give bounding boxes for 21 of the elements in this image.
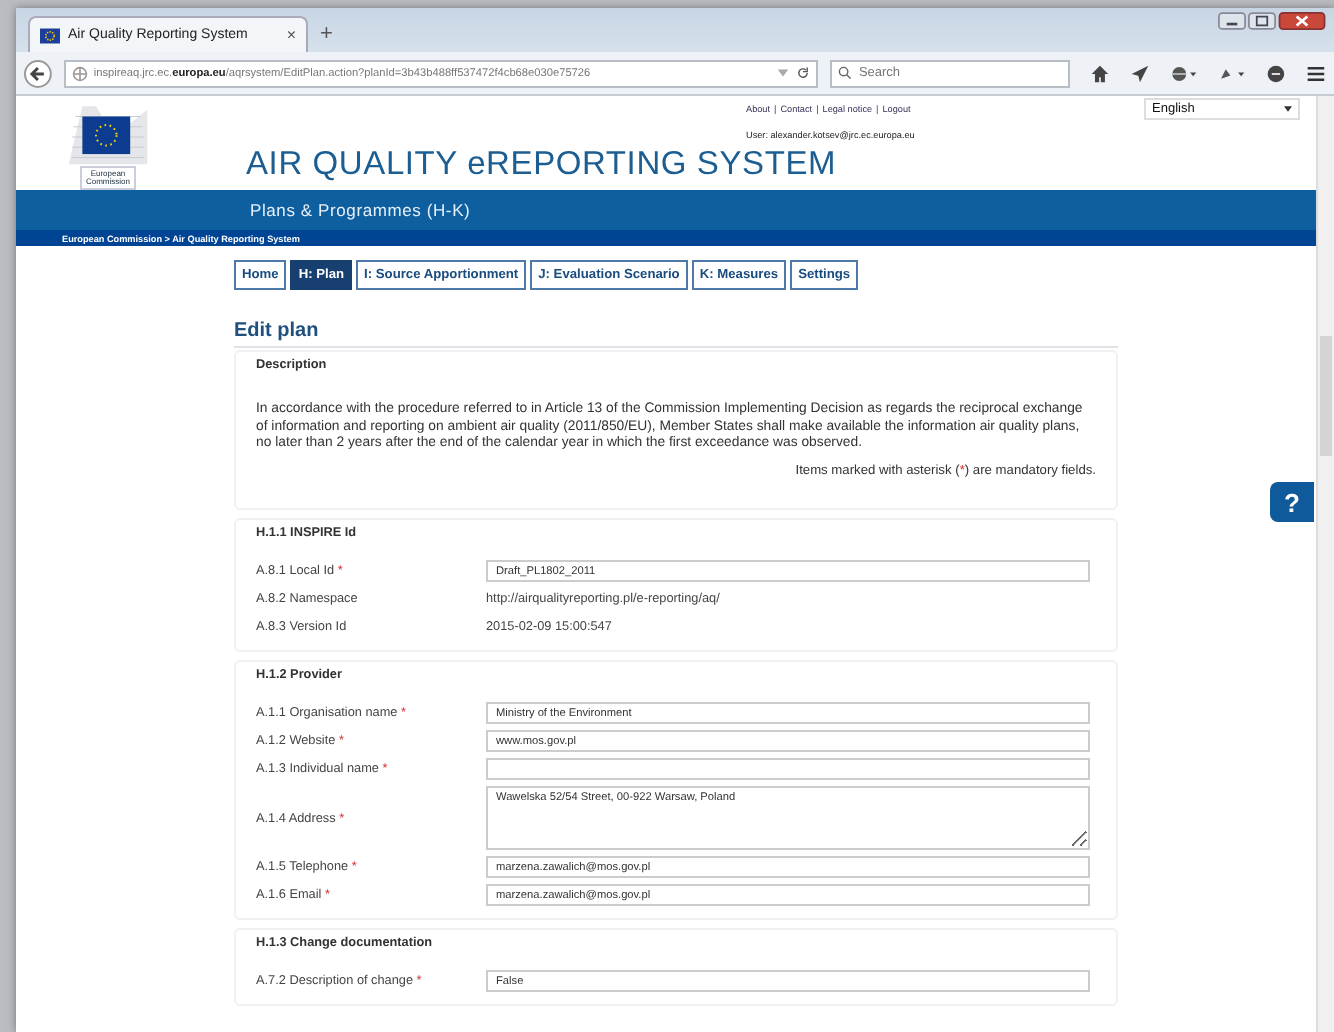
search-icon (838, 66, 853, 80)
minimize-icon[interactable] (1218, 12, 1246, 30)
maximize-icon[interactable] (1248, 12, 1276, 30)
caret-icon (1284, 106, 1292, 112)
reload-icon[interactable] (796, 66, 811, 80)
paper-plane-icon[interactable] (1130, 63, 1151, 83)
menu-icon[interactable] (1306, 63, 1327, 83)
input-field[interactable] (486, 758, 1090, 780)
subtitle-text: Plans & Programmes (H-K) (250, 200, 471, 220)
scroll-thumb[interactable] (1320, 336, 1332, 456)
new-tab-button[interactable]: + (308, 16, 345, 52)
close-icon[interactable] (1278, 12, 1326, 30)
flag-icon (40, 27, 60, 43)
back-icon[interactable] (24, 59, 52, 87)
globe-icon (71, 65, 88, 81)
page-title: Edit plan (234, 320, 321, 342)
home-icon[interactable] (1090, 63, 1111, 83)
help-button[interactable]: ? (1270, 482, 1314, 522)
site-title: AIR QUALITY eREPORTING SYSTEM (246, 144, 837, 184)
scrollbar[interactable] (1316, 96, 1334, 1032)
close-tab-button[interactable]: × (286, 26, 296, 44)
